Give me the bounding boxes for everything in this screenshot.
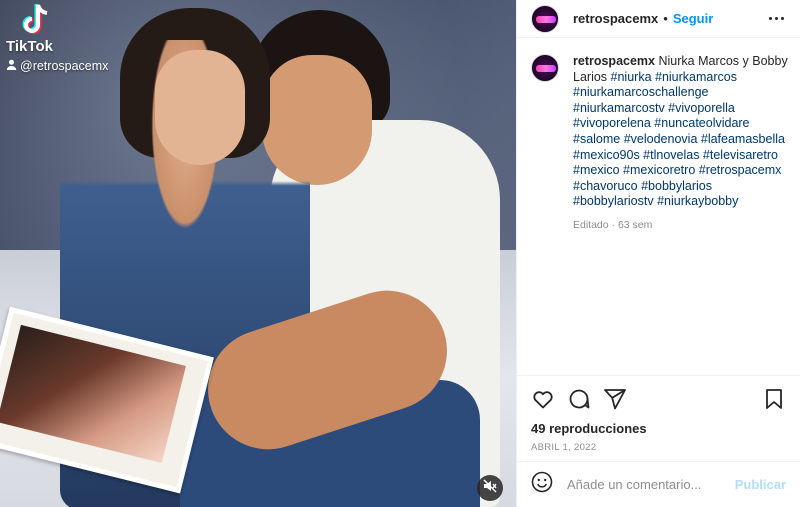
tiktok-handle-text: @retrospacemx xyxy=(20,59,109,73)
caption-username[interactable]: retrospacemx xyxy=(573,54,655,68)
comment-input[interactable] xyxy=(567,477,732,492)
caption-avatar[interactable] xyxy=(531,54,559,82)
publish-button[interactable]: Publicar xyxy=(735,477,786,492)
caption-text: retrospacemx Niurka Marcos y Bobby Lario… xyxy=(573,54,788,210)
caption-hashtags[interactable]: #niurka #niurkamarcos #niurkamarcoschall… xyxy=(573,70,785,209)
comment-bar: Publicar xyxy=(517,461,800,507)
post-header: retrospacemx • Seguir xyxy=(517,0,800,38)
post-date[interactable]: ABRIL 1, 2022 xyxy=(531,442,786,453)
heart-icon[interactable] xyxy=(531,387,555,411)
mute-button[interactable] xyxy=(477,475,503,501)
caption-meta: Editado · 63 sem xyxy=(573,218,653,231)
share-icon[interactable] xyxy=(603,387,627,411)
header-username[interactable]: retrospacemx xyxy=(573,11,658,26)
tiktok-brand: TikTok xyxy=(6,38,53,55)
emoji-icon[interactable] xyxy=(531,471,553,498)
media-person-left-face xyxy=(155,50,245,165)
user-icon xyxy=(6,59,17,73)
avatar[interactable] xyxy=(531,4,559,33)
header-separator: • xyxy=(663,11,668,26)
post-media[interactable]: TikTok @retrospacemx xyxy=(0,0,516,507)
tiktok-watermark: TikTok @retrospacemx xyxy=(6,2,108,73)
instagram-post: TikTok @retrospacemx retrospacemx • Segu… xyxy=(0,0,800,507)
speaker-muted-icon xyxy=(483,479,497,498)
views-count[interactable]: 49 reproducciones xyxy=(531,421,786,436)
more-options-icon[interactable] xyxy=(767,13,786,24)
action-bar xyxy=(517,376,800,421)
post-side-panel: retrospacemx • Seguir retrospacemx Niurk… xyxy=(516,0,800,507)
tiktok-handle: @retrospacemx xyxy=(6,59,108,73)
tiktok-logo-icon xyxy=(20,2,54,38)
post-stats: 49 reproducciones ABRIL 1, 2022 xyxy=(517,421,800,461)
bookmark-icon[interactable] xyxy=(762,387,786,411)
comment-icon[interactable] xyxy=(567,387,591,411)
caption-area: retrospacemx Niurka Marcos y Bobby Lario… xyxy=(517,38,800,376)
follow-button[interactable]: Seguir xyxy=(673,11,713,26)
caption-row: retrospacemx Niurka Marcos y Bobby Lario… xyxy=(531,54,788,231)
